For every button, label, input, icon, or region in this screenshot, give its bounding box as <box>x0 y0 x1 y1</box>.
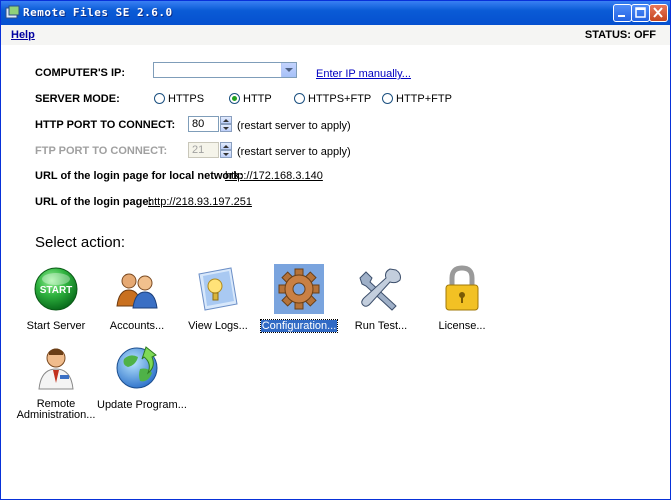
view-logs-label: View Logs... <box>188 320 248 332</box>
http-port-stepper[interactable]: 80 <box>188 116 232 132</box>
select-action-heading: Select action: <box>35 234 126 251</box>
admin-user-icon <box>38 348 74 390</box>
start-icon-text: START <box>40 285 73 296</box>
server-mode-label: SERVER MODE: <box>35 93 120 105</box>
run-test-icon-wrap <box>356 264 406 314</box>
ftp-port-stepper[interactable]: 21 <box>188 142 232 158</box>
ftp-port-label: FTP PORT TO CONNECT: <box>35 145 168 157</box>
ftp-port-input[interactable]: 21 <box>188 142 219 158</box>
close-button[interactable] <box>649 4 668 22</box>
run-test-action[interactable]: Run Test... <box>341 264 421 332</box>
view-logs-action[interactable]: View Logs... <box>178 264 258 332</box>
radio-http[interactable]: HTTP <box>229 93 272 105</box>
radio-indicator <box>229 93 240 104</box>
update-globe-icon <box>116 346 158 389</box>
radio-label: HTTPS <box>168 93 205 105</box>
chevron-down-icon[interactable] <box>281 63 296 77</box>
radio-indicator <box>294 93 305 104</box>
accounts-label: Accounts... <box>109 320 165 332</box>
padlock-icon <box>445 265 479 311</box>
radio-label: HTTP <box>243 93 272 105</box>
radio-https-ftp[interactable]: HTTPS+FTP <box>294 93 371 105</box>
run-test-label: Run Test... <box>354 320 408 332</box>
radio-https[interactable]: HTTPS <box>154 93 204 105</box>
computer-ip-label: COMPUTER'S IP: <box>35 67 126 79</box>
configuration-label: Configuration... <box>259 319 339 333</box>
http-port-note: (restart server to apply) <box>237 120 351 132</box>
enter-ip-manually-link[interactable]: Enter IP manually... <box>316 68 411 80</box>
remote-administration-action[interactable]: Remote Administration... <box>16 343 96 421</box>
spin-up-icon[interactable] <box>220 142 232 150</box>
view-logs-icon <box>198 267 238 311</box>
maximize-button[interactable] <box>631 4 650 22</box>
close-icon <box>653 7 663 18</box>
spin-arrows <box>220 116 232 132</box>
minimize-icon <box>618 15 625 17</box>
update-program-icon-wrap <box>112 343 162 393</box>
update-program-label: Update Program... <box>97 399 187 411</box>
start-server-label: Start Server <box>26 320 86 332</box>
maximize-icon <box>635 7 646 18</box>
update-program-action[interactable]: Update Program... <box>97 343 187 411</box>
view-logs-icon-wrap <box>193 264 243 314</box>
configuration-action[interactable]: Configuration... <box>259 264 339 333</box>
radio-indicator <box>154 93 165 104</box>
help-menu[interactable]: Help <box>11 29 35 41</box>
http-port-input[interactable]: 80 <box>188 116 219 132</box>
configuration-icon-wrap <box>274 264 324 314</box>
tools-icon <box>359 268 401 311</box>
menu-bar: Help STATUS: OFF <box>1 25 670 45</box>
app-icon <box>5 5 20 19</box>
license-action[interactable]: License... <box>422 264 502 332</box>
radio-http-ftp[interactable]: HTTP+FTP <box>382 93 452 105</box>
remote-admin-icon-wrap <box>31 343 81 393</box>
radio-label: HTTP+FTP <box>396 93 452 105</box>
remote-administration-label: Remote Administration... <box>17 399 96 421</box>
start-server-action[interactable]: START Start Server <box>16 264 96 332</box>
window-title: Remote Files SE 2.6.0 <box>23 6 173 19</box>
start-icon: START <box>34 267 78 311</box>
accounts-icon-wrap <box>112 264 162 314</box>
ftp-port-note: (restart server to apply) <box>237 146 351 158</box>
gear-icon <box>278 268 320 310</box>
login-url-link[interactable]: http://218.93.197.251 <box>148 196 252 208</box>
accounts-icon <box>116 273 158 309</box>
local-url-label: URL of the login page for local network: <box>35 170 244 182</box>
start-icon-wrap: START <box>31 264 81 314</box>
remote-administration-line2: Administration... <box>16 409 96 421</box>
radio-indicator <box>382 93 393 104</box>
spin-down-icon[interactable] <box>220 150 232 158</box>
minimize-button[interactable] <box>613 4 632 22</box>
app-window: Remote Files SE 2.6.0 Help STATUS: OFF C… <box>0 0 671 500</box>
http-port-label: HTTP PORT TO CONNECT: <box>35 119 176 131</box>
accounts-action[interactable]: Accounts... <box>97 264 177 332</box>
license-icon-wrap <box>437 264 487 314</box>
title-bar[interactable]: Remote Files SE 2.6.0 <box>1 1 670 25</box>
spin-down-icon[interactable] <box>220 124 232 132</box>
computer-ip-combo[interactable] <box>153 62 297 78</box>
license-label: License... <box>438 320 486 332</box>
login-url-label: URL of the login page: <box>35 196 153 208</box>
spin-arrows <box>220 142 232 158</box>
server-status: STATUS: OFF <box>584 29 656 41</box>
main-panel: COMPUTER'S IP: Enter IP manually... SERV… <box>1 45 670 499</box>
local-url-link[interactable]: http://172.168.3.140 <box>225 170 323 182</box>
radio-label: HTTPS+FTP <box>308 93 372 105</box>
spin-up-icon[interactable] <box>220 116 232 124</box>
